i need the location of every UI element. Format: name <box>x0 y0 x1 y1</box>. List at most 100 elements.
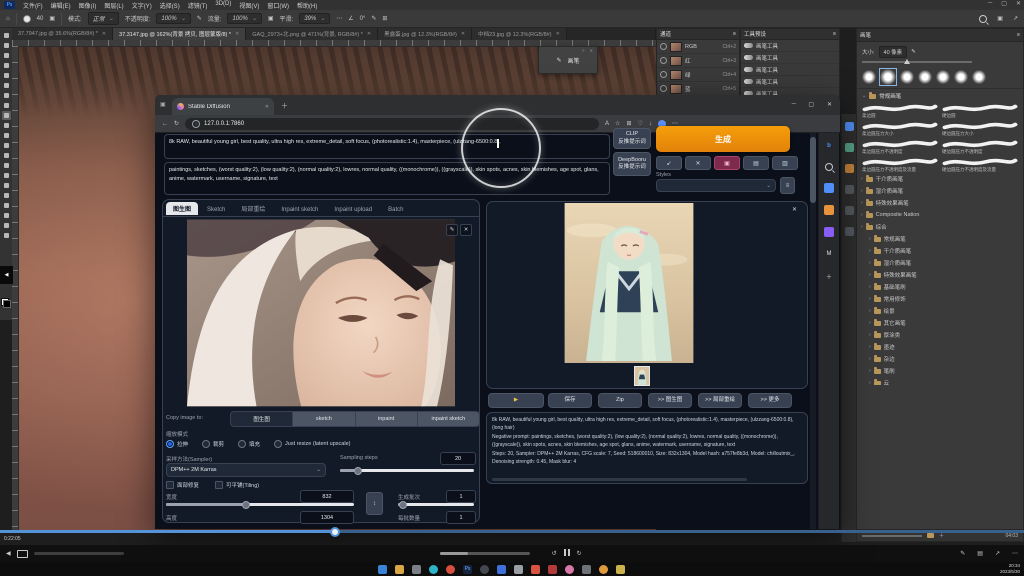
home-icon[interactable]: ⌂ <box>6 16 10 22</box>
airbrush-icon[interactable]: ▣ <box>268 15 274 22</box>
subtitle-icon[interactable]: ▤ <box>977 550 983 557</box>
height-value[interactable]: 1304 <box>300 511 354 524</box>
output-action-button[interactable]: >> 图生图 <box>648 393 692 408</box>
visibility-eye-icon[interactable] <box>660 71 667 78</box>
brush-preset[interactable]: 硬边圆 <box>942 103 1018 119</box>
document-tab[interactable]: 37.7947.jpg @ 35.6%(RGB/8#) * ✕ <box>12 28 113 40</box>
tab-actions-icon[interactable]: ▣ <box>160 101 166 108</box>
dock-panel-icon[interactable] <box>845 164 854 173</box>
new-brush-icon[interactable]: ＋ <box>939 532 944 539</box>
close-icon[interactable]: ✕ <box>1016 0 1021 7</box>
tool-button[interactable] <box>2 51 11 60</box>
player-seek-slider[interactable] <box>440 552 530 555</box>
tool-button[interactable] <box>2 231 11 240</box>
brush-tip[interactable] <box>862 70 876 84</box>
brush-folder-row[interactable]: › 杂边 <box>857 353 1023 365</box>
img2img-tab[interactable]: Inpaint sketch <box>274 205 325 215</box>
copy-to-button[interactable]: inpaint <box>356 412 418 426</box>
panel-menu-icon[interactable]: ≡ <box>833 31 836 37</box>
maximize-icon[interactable]: ▢ <box>808 101 814 108</box>
page-scrollbar-thumb[interactable] <box>810 137 816 203</box>
brush-size-slider[interactable] <box>862 61 972 63</box>
output-action-button[interactable]: Zip <box>598 393 642 408</box>
steps-slider[interactable] <box>340 469 474 472</box>
angle-value[interactable]: 0° <box>360 16 366 22</box>
batch-size-value[interactable]: 1 <box>446 511 476 524</box>
output-action-button[interactable]: >> 更多 <box>748 393 792 408</box>
minimize-icon[interactable]: ─ <box>988 0 992 7</box>
tool-button[interactable] <box>2 161 11 170</box>
menu-item[interactable]: 视图(V) <box>239 1 259 10</box>
swap-dimensions-icon[interactable]: ↕ <box>366 492 383 515</box>
visibility-eye-icon[interactable] <box>660 85 667 92</box>
channel-row[interactable]: 红 Ctrl+3 <box>657 54 739 68</box>
clear-prompt-icon[interactable]: ✕ <box>685 156 711 170</box>
minimize-icon[interactable]: ─ <box>792 101 796 107</box>
copy-to-button[interactable]: sketch <box>293 412 355 426</box>
sidebar-search-icon[interactable] <box>825 163 833 171</box>
gallery-thumbnail[interactable] <box>634 366 650 386</box>
styles-refresh-icon[interactable]: ≡ <box>780 177 795 194</box>
batch-count-slider[interactable] <box>398 503 474 506</box>
paste-generation-icon[interactable]: ↙ <box>656 156 682 170</box>
tool-button[interactable] <box>2 151 11 160</box>
img2img-tab[interactable]: Inpaint upload <box>327 205 379 215</box>
menu-item[interactable]: 图像(I) <box>79 1 97 10</box>
resize-mode-option[interactable]: 裁剪 <box>202 440 224 448</box>
brushes-panel-title[interactable]: 画笔 <box>860 31 871 39</box>
dock-panel-icon[interactable] <box>845 206 854 215</box>
color-swatches[interactable] <box>1 296 11 308</box>
back-icon[interactable]: ← <box>162 121 168 127</box>
input-image[interactable] <box>187 219 455 407</box>
brush-folder-row[interactable]: › 综合 <box>857 221 1023 233</box>
pressure-toggle-icon[interactable]: ✎ <box>911 49 916 55</box>
brush-folder-row[interactable]: › 湿介质画笔 <box>857 185 1023 197</box>
resize-mode-option[interactable]: 拉伸 <box>166 440 188 448</box>
brush-preset[interactable]: 硬边圆压力大小 <box>942 121 1018 137</box>
tool-preset-row[interactable]: 画笔工具 <box>741 64 839 76</box>
close-tab-icon[interactable]: ✕ <box>461 31 465 37</box>
brush-tip[interactable] <box>936 70 950 84</box>
photoshop-icon[interactable]: Ps <box>463 565 472 574</box>
panel-menu-icon[interactable]: ≡ <box>733 31 736 37</box>
smoothing-select[interactable]: 39%⌄ <box>299 13 330 24</box>
close-tab-icon[interactable]: ✕ <box>367 31 371 37</box>
brush-folder-row[interactable]: › Composite Nation <box>857 209 1023 221</box>
document-tab[interactable]: GAQ_2973+北.png @ 471%(背景, RGB/8#) * ✕ <box>246 28 378 40</box>
sidebar-office-icon[interactable]: M <box>824 249 834 259</box>
fullscreen-icon[interactable]: ↗ <box>995 550 1000 557</box>
favorites-icon[interactable]: ☆ <box>615 120 620 127</box>
brush-folder-row[interactable]: › 绘景 <box>857 305 1023 317</box>
menu-item[interactable]: 文件(F) <box>23 1 43 10</box>
speaker-icon[interactable]: ◀ <box>6 550 11 557</box>
sidebar-add-icon[interactable]: ＋ <box>824 271 834 281</box>
brush-preset[interactable]: 硬边圆压力不透明度 <box>942 139 1018 155</box>
brush-group-header[interactable]: ⌄ 常规画笔 <box>857 89 1023 103</box>
panel-controls[interactable]: ≡ ✕ <box>582 48 595 53</box>
video-progress-handle[interactable] <box>330 527 340 537</box>
brush-folder-row[interactable]: › 基础笔刷 <box>857 281 1023 293</box>
browser-titlebar[interactable]: ▣ Stable Diffusion ✕ ＋ ─ ▢ ✕ <box>155 95 840 115</box>
tool-button[interactable] <box>2 101 11 110</box>
document-tab[interactable]: 黑露蛋.jpg @ 12.3%(RGB/8#) ✕ <box>378 28 472 40</box>
sidebar-games-icon[interactable] <box>824 227 834 237</box>
save-style-icon[interactable]: ▥ <box>772 156 798 170</box>
close-tab-icon[interactable]: ✕ <box>265 104 269 110</box>
tool-button[interactable] <box>2 221 11 230</box>
brush-tip-selected[interactable] <box>880 69 896 85</box>
edit-image-icon[interactable]: ✎ <box>446 224 458 236</box>
channel-row[interactable]: RGB Ctrl+2 <box>657 40 739 54</box>
dock-panel-icon[interactable] <box>845 122 854 131</box>
app-icon[interactable] <box>480 565 489 574</box>
background-color[interactable] <box>3 300 11 308</box>
channels-panel-title[interactable]: 通道 <box>660 30 671 38</box>
channel-row[interactable]: 蓝 Ctrl+5 <box>657 82 739 96</box>
menu-item[interactable]: 文字(Y) <box>132 1 152 10</box>
brush-panel-icon[interactable]: ✎ <box>556 57 561 64</box>
open-folder-button[interactable]: ▶ <box>488 393 544 408</box>
brush-folder-row[interactable]: › 厚涂类 <box>857 329 1023 341</box>
file-explorer-icon[interactable] <box>395 565 404 574</box>
width-value[interactable]: 832 <box>300 490 354 503</box>
read-aloud-icon[interactable]: A <box>605 121 609 127</box>
rotate-cw-icon[interactable]: ↻ <box>577 550 582 557</box>
